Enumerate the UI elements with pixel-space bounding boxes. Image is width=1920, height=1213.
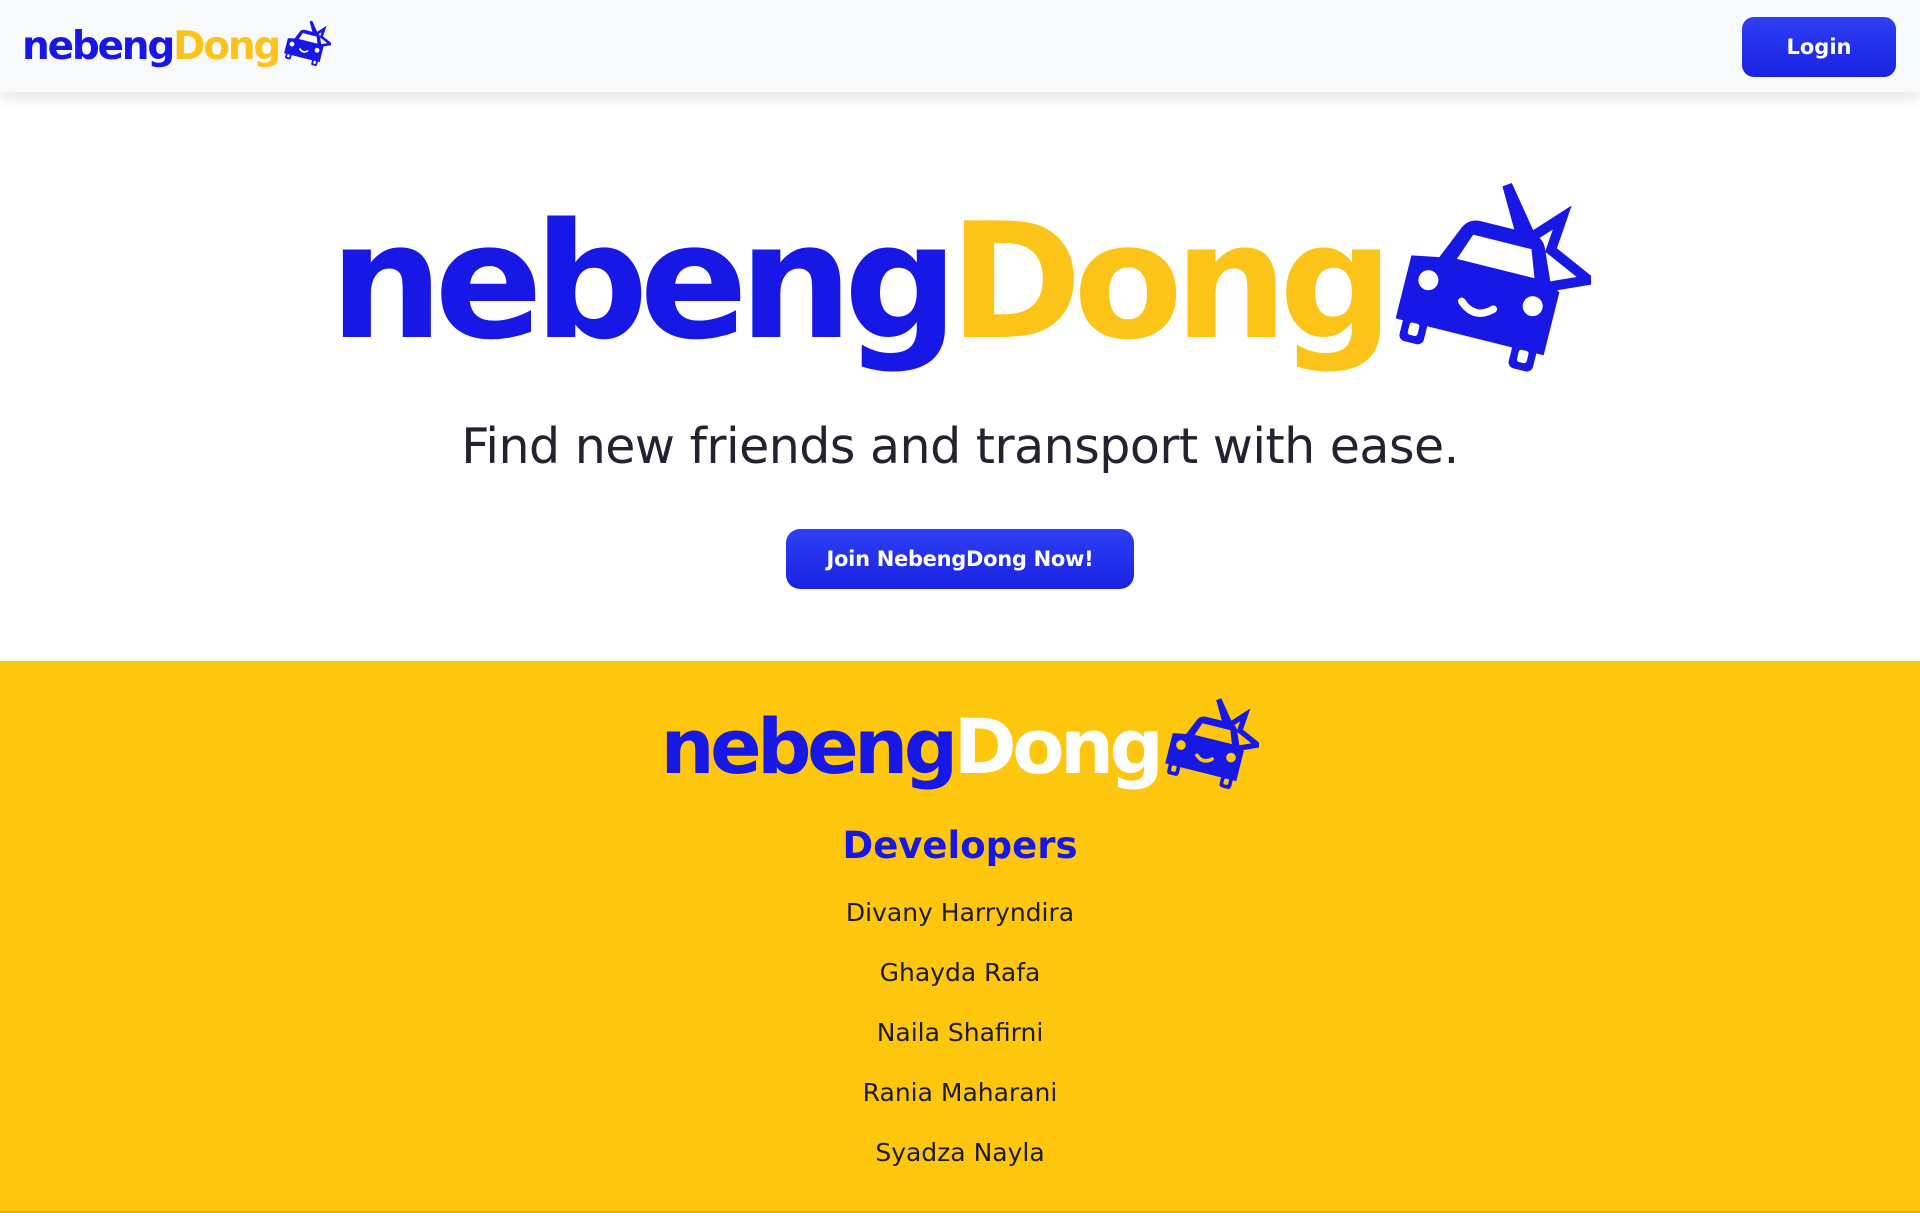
developer-name: Naila Shafirni: [876, 1018, 1044, 1047]
developer-name: Ghayda Rafa: [879, 958, 1041, 987]
developer-name: Syadza Nayla: [875, 1138, 1045, 1167]
top-navbar: nebengDong Login: [0, 0, 1920, 92]
car-crash-icon: [1395, 182, 1591, 372]
developer-name: Rania Maharani: [862, 1078, 1058, 1107]
hero-logo: nebengDong: [0, 180, 1920, 380]
join-now-button[interactable]: Join NebengDong Now!: [786, 529, 1134, 589]
footer-logo: nebengDong: [0, 697, 1920, 793]
car-crash-icon: [284, 20, 332, 66]
car-crash-icon: [1165, 698, 1260, 789]
developers-heading: Developers: [842, 824, 1078, 867]
developers-list: Divany Harryndira Ghayda Rafa Naila Shaf…: [0, 883, 1920, 1183]
hero-wordmark: nebengDong: [329, 188, 1393, 375]
footer: nebengDong Developers Divany Harryndira …: [0, 661, 1920, 1213]
navbar-wordmark: nebengDong: [22, 24, 281, 69]
hero-tagline: Find new friends and transport with ease…: [461, 418, 1459, 475]
footer-wordmark: nebengDong: [660, 702, 1164, 791]
login-button[interactable]: Login: [1742, 17, 1896, 77]
developer-name: Divany Harryndira: [845, 898, 1075, 927]
navbar-logo[interactable]: nebengDong: [22, 20, 332, 69]
